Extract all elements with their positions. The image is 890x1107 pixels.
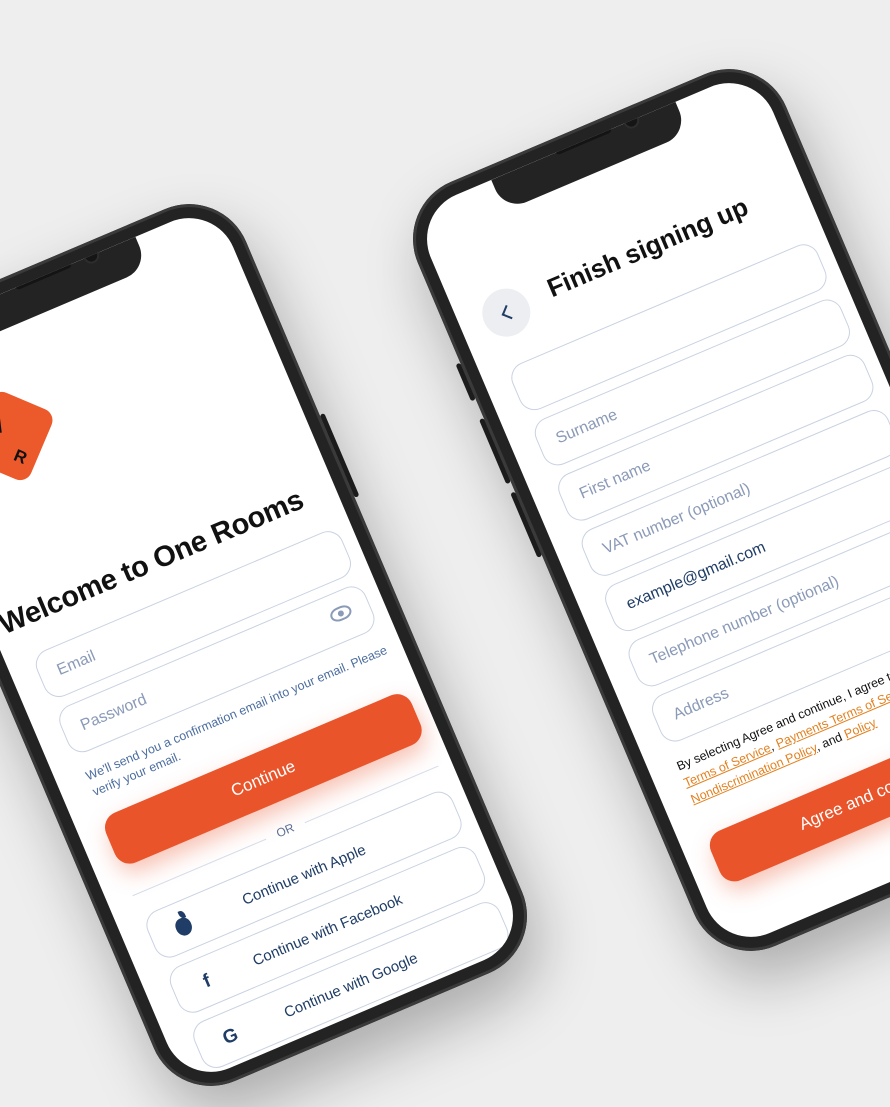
speaker — [14, 260, 73, 291]
surname-placeholder: Surname — [553, 406, 620, 448]
password-placeholder: Password — [78, 691, 150, 735]
address-placeholder: Address — [670, 684, 732, 724]
speaker — [554, 125, 613, 156]
notch — [0, 236, 149, 347]
facebook-icon: f — [200, 970, 215, 993]
notch — [491, 101, 689, 212]
apple-icon — [168, 911, 199, 942]
or-label: OR — [274, 820, 297, 841]
agree-label: Agree and continue — [796, 758, 890, 834]
chevron-left-icon — [500, 304, 516, 320]
eye-icon[interactable] — [328, 602, 354, 625]
first-name-placeholder: First name — [576, 457, 654, 503]
google-icon: G — [219, 1024, 242, 1050]
email-placeholder: Email — [54, 647, 99, 679]
logo-letter: R — [11, 445, 30, 468]
back-button[interactable] — [474, 281, 538, 345]
logo-slash — [0, 398, 2, 434]
camera — [620, 110, 642, 132]
continue-label: Continue — [228, 756, 299, 801]
signin-link[interactable]: Sign In — [424, 978, 473, 1011]
side-button — [455, 362, 476, 402]
camera — [80, 245, 102, 267]
